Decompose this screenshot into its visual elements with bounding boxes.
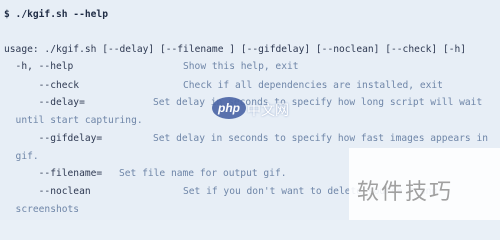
option-help-desc: Show this help, exit — [183, 61, 299, 72]
option-noclean-flag: --noclean — [4, 186, 91, 197]
site-watermark-text: 软件技巧 — [357, 180, 454, 205]
php-logo-watermark: php — [212, 97, 246, 119]
php-cn-watermark: 中文网 — [247, 103, 289, 119]
site-watermark-box: 软件技巧 — [349, 148, 500, 220]
option-filename-desc: Set file name for output gif. — [119, 168, 287, 179]
option-delay-continuation: until start capturing. — [4, 115, 143, 126]
option-delay-flag: --delay= — [4, 97, 85, 108]
option-gifdelay-continuation: gif. — [4, 151, 39, 162]
option-help-flag: -h, --help — [4, 61, 74, 72]
option-delay-desc: Set delay in seconds to specify how long… — [153, 97, 483, 108]
prompt-line: $ ./kgif.sh --help — [4, 9, 108, 20]
option-noclean-continuation: screenshots — [4, 204, 80, 215]
option-gifdelay-desc: Set delay in seconds to specify how fast… — [153, 133, 489, 144]
option-check-flag: --check — [4, 80, 80, 91]
php-logo-text: php — [218, 101, 240, 115]
option-check-desc: Check if all dependencies are installed,… — [183, 80, 443, 91]
option-filename-flag: --filename= — [4, 168, 103, 179]
usage-line: usage: ./kgif.sh [--delay] [--filename ]… — [4, 44, 467, 55]
option-gifdelay-flag: --gifdelay= — [4, 133, 103, 144]
